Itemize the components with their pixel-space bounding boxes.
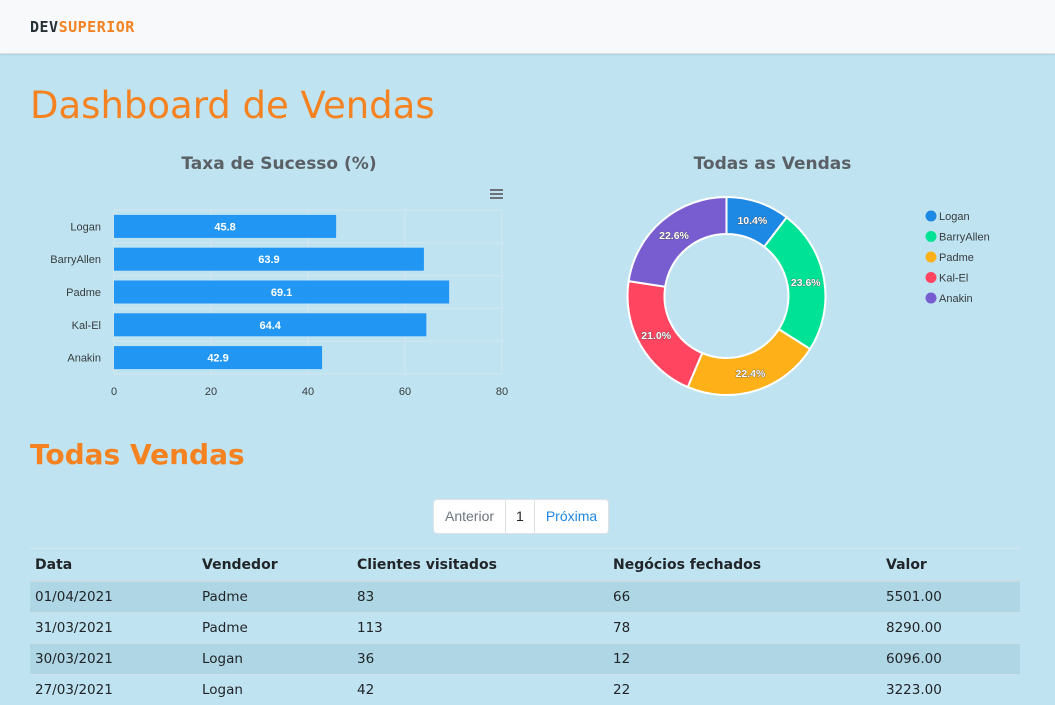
page-title: Dashboard de Vendas bbox=[30, 84, 435, 127]
legend-label[interactable]: BarryAllen bbox=[939, 232, 990, 244]
cell-clientes: 113 bbox=[352, 613, 608, 644]
legend-label[interactable]: Kal-El bbox=[939, 273, 968, 285]
legend-marker-anakin[interactable] bbox=[926, 293, 937, 304]
bar-chart-x-tick-label: 0 bbox=[111, 386, 117, 398]
column-header-data: Data bbox=[30, 549, 197, 582]
cell-data: 31/03/2021 bbox=[30, 613, 197, 644]
legend-marker-barryallen[interactable] bbox=[926, 231, 937, 242]
table-row: 01/04/2021 Padme 83 66 5501.00 bbox=[30, 581, 1020, 613]
brand-logo[interactable]: DEVSUPERIOR bbox=[30, 18, 135, 36]
legend-label[interactable]: Logan bbox=[939, 211, 970, 223]
cell-negocios: 78 bbox=[608, 613, 881, 644]
table-header-row: Data Vendedor Clientes visitados Negócio… bbox=[30, 549, 1020, 582]
donut-slice-padme[interactable] bbox=[688, 329, 810, 395]
bar-value-label: 42.9 bbox=[207, 353, 228, 365]
bar-chart-x-tick-label: 40 bbox=[302, 386, 314, 398]
bar-value-label: 64.4 bbox=[259, 320, 281, 332]
column-header-vendedor: Vendedor bbox=[197, 549, 352, 582]
legend-marker-padme[interactable] bbox=[926, 252, 937, 263]
brand-part-superior: SUPERIOR bbox=[59, 18, 135, 36]
cell-negocios: 66 bbox=[608, 581, 881, 613]
pagination: Anterior 1 Próxima bbox=[433, 499, 609, 534]
bar-chart-title: Taxa de Sucesso (%) bbox=[114, 154, 444, 174]
bar-category-label: Logan bbox=[70, 221, 101, 233]
cell-clientes: 42 bbox=[352, 675, 608, 705]
cell-vendedor: Logan bbox=[197, 675, 352, 705]
bar-chart-x-tick-label: 80 bbox=[496, 386, 508, 398]
cell-data: 01/04/2021 bbox=[30, 581, 197, 613]
column-header-negocios: Negócios fechados bbox=[608, 549, 881, 582]
column-header-valor: Valor bbox=[881, 549, 1020, 582]
bar-category-label: Padme bbox=[66, 287, 101, 299]
bar-chart: 45.8 63.9 69.1 64.4 42.9 Logan BarryAllen Padm… bbox=[20, 180, 540, 410]
bar-category-label: Anakin bbox=[67, 353, 101, 365]
donut-chart: 10.4% 23.6% 22.4% 21.0% 22.6% Logan BarryAlle… bbox=[600, 180, 1040, 410]
table-row: 30/03/2021 Logan 36 12 6096.00 bbox=[30, 644, 1020, 675]
bar-category-label: BarryAllen bbox=[50, 254, 101, 266]
cell-clientes: 83 bbox=[352, 581, 608, 613]
cell-data: 30/03/2021 bbox=[30, 644, 197, 675]
cell-valor: 3223.00 bbox=[881, 675, 1020, 705]
cell-valor: 5501.00 bbox=[881, 581, 1020, 613]
legend-label[interactable]: Anakin bbox=[939, 293, 973, 305]
donut-value-label: 22.4% bbox=[736, 368, 766, 380]
section-title: Todas Vendas bbox=[30, 438, 245, 471]
donut-value-label: 23.6% bbox=[791, 277, 821, 289]
navbar: DEVSUPERIOR bbox=[0, 0, 1055, 54]
donut-value-label: 10.4% bbox=[737, 215, 767, 227]
legend-marker-logan[interactable] bbox=[926, 211, 937, 222]
cell-data: 27/03/2021 bbox=[30, 675, 197, 705]
table-row: 27/03/2021 Logan 42 22 3223.00 bbox=[30, 675, 1020, 705]
cell-valor: 8290.00 bbox=[881, 613, 1020, 644]
bar-chart-x-tick-label: 20 bbox=[205, 386, 217, 398]
cell-valor: 6096.00 bbox=[881, 644, 1020, 675]
sales-table: Data Vendedor Clientes visitados Negócio… bbox=[30, 548, 1020, 705]
donut-value-label: 22.6% bbox=[659, 230, 689, 242]
cell-negocios: 22 bbox=[608, 675, 881, 705]
donut-value-label: 21.0% bbox=[641, 330, 671, 342]
bar-value-label: 63.9 bbox=[258, 254, 279, 266]
bar-value-label: 69.1 bbox=[271, 287, 292, 299]
column-header-clientes: Clientes visitados bbox=[352, 549, 608, 582]
pagination-page-1[interactable]: 1 bbox=[505, 500, 534, 533]
legend-marker-kal-el[interactable] bbox=[926, 272, 937, 283]
cell-negocios: 12 bbox=[608, 644, 881, 675]
cell-vendedor: Logan bbox=[197, 644, 352, 675]
brand-part-dev: DEV bbox=[30, 18, 59, 36]
pagination-previous-button[interactable]: Anterior bbox=[434, 500, 505, 533]
bar-category-label: Kal-El bbox=[72, 320, 101, 332]
cell-vendedor: Padme bbox=[197, 613, 352, 644]
legend-label[interactable]: Padme bbox=[939, 252, 974, 264]
bar-value-label: 45.8 bbox=[214, 221, 235, 233]
bar-chart-x-tick-label: 60 bbox=[399, 386, 411, 398]
cell-vendedor: Padme bbox=[197, 581, 352, 613]
table-row: 31/03/2021 Padme 113 78 8290.00 bbox=[30, 613, 1020, 644]
pagination-next-button[interactable]: Próxima bbox=[534, 500, 608, 533]
chart-menu-icon[interactable] bbox=[490, 189, 503, 199]
cell-clientes: 36 bbox=[352, 644, 608, 675]
donut-chart-title: Todas as Vendas bbox=[640, 154, 905, 174]
